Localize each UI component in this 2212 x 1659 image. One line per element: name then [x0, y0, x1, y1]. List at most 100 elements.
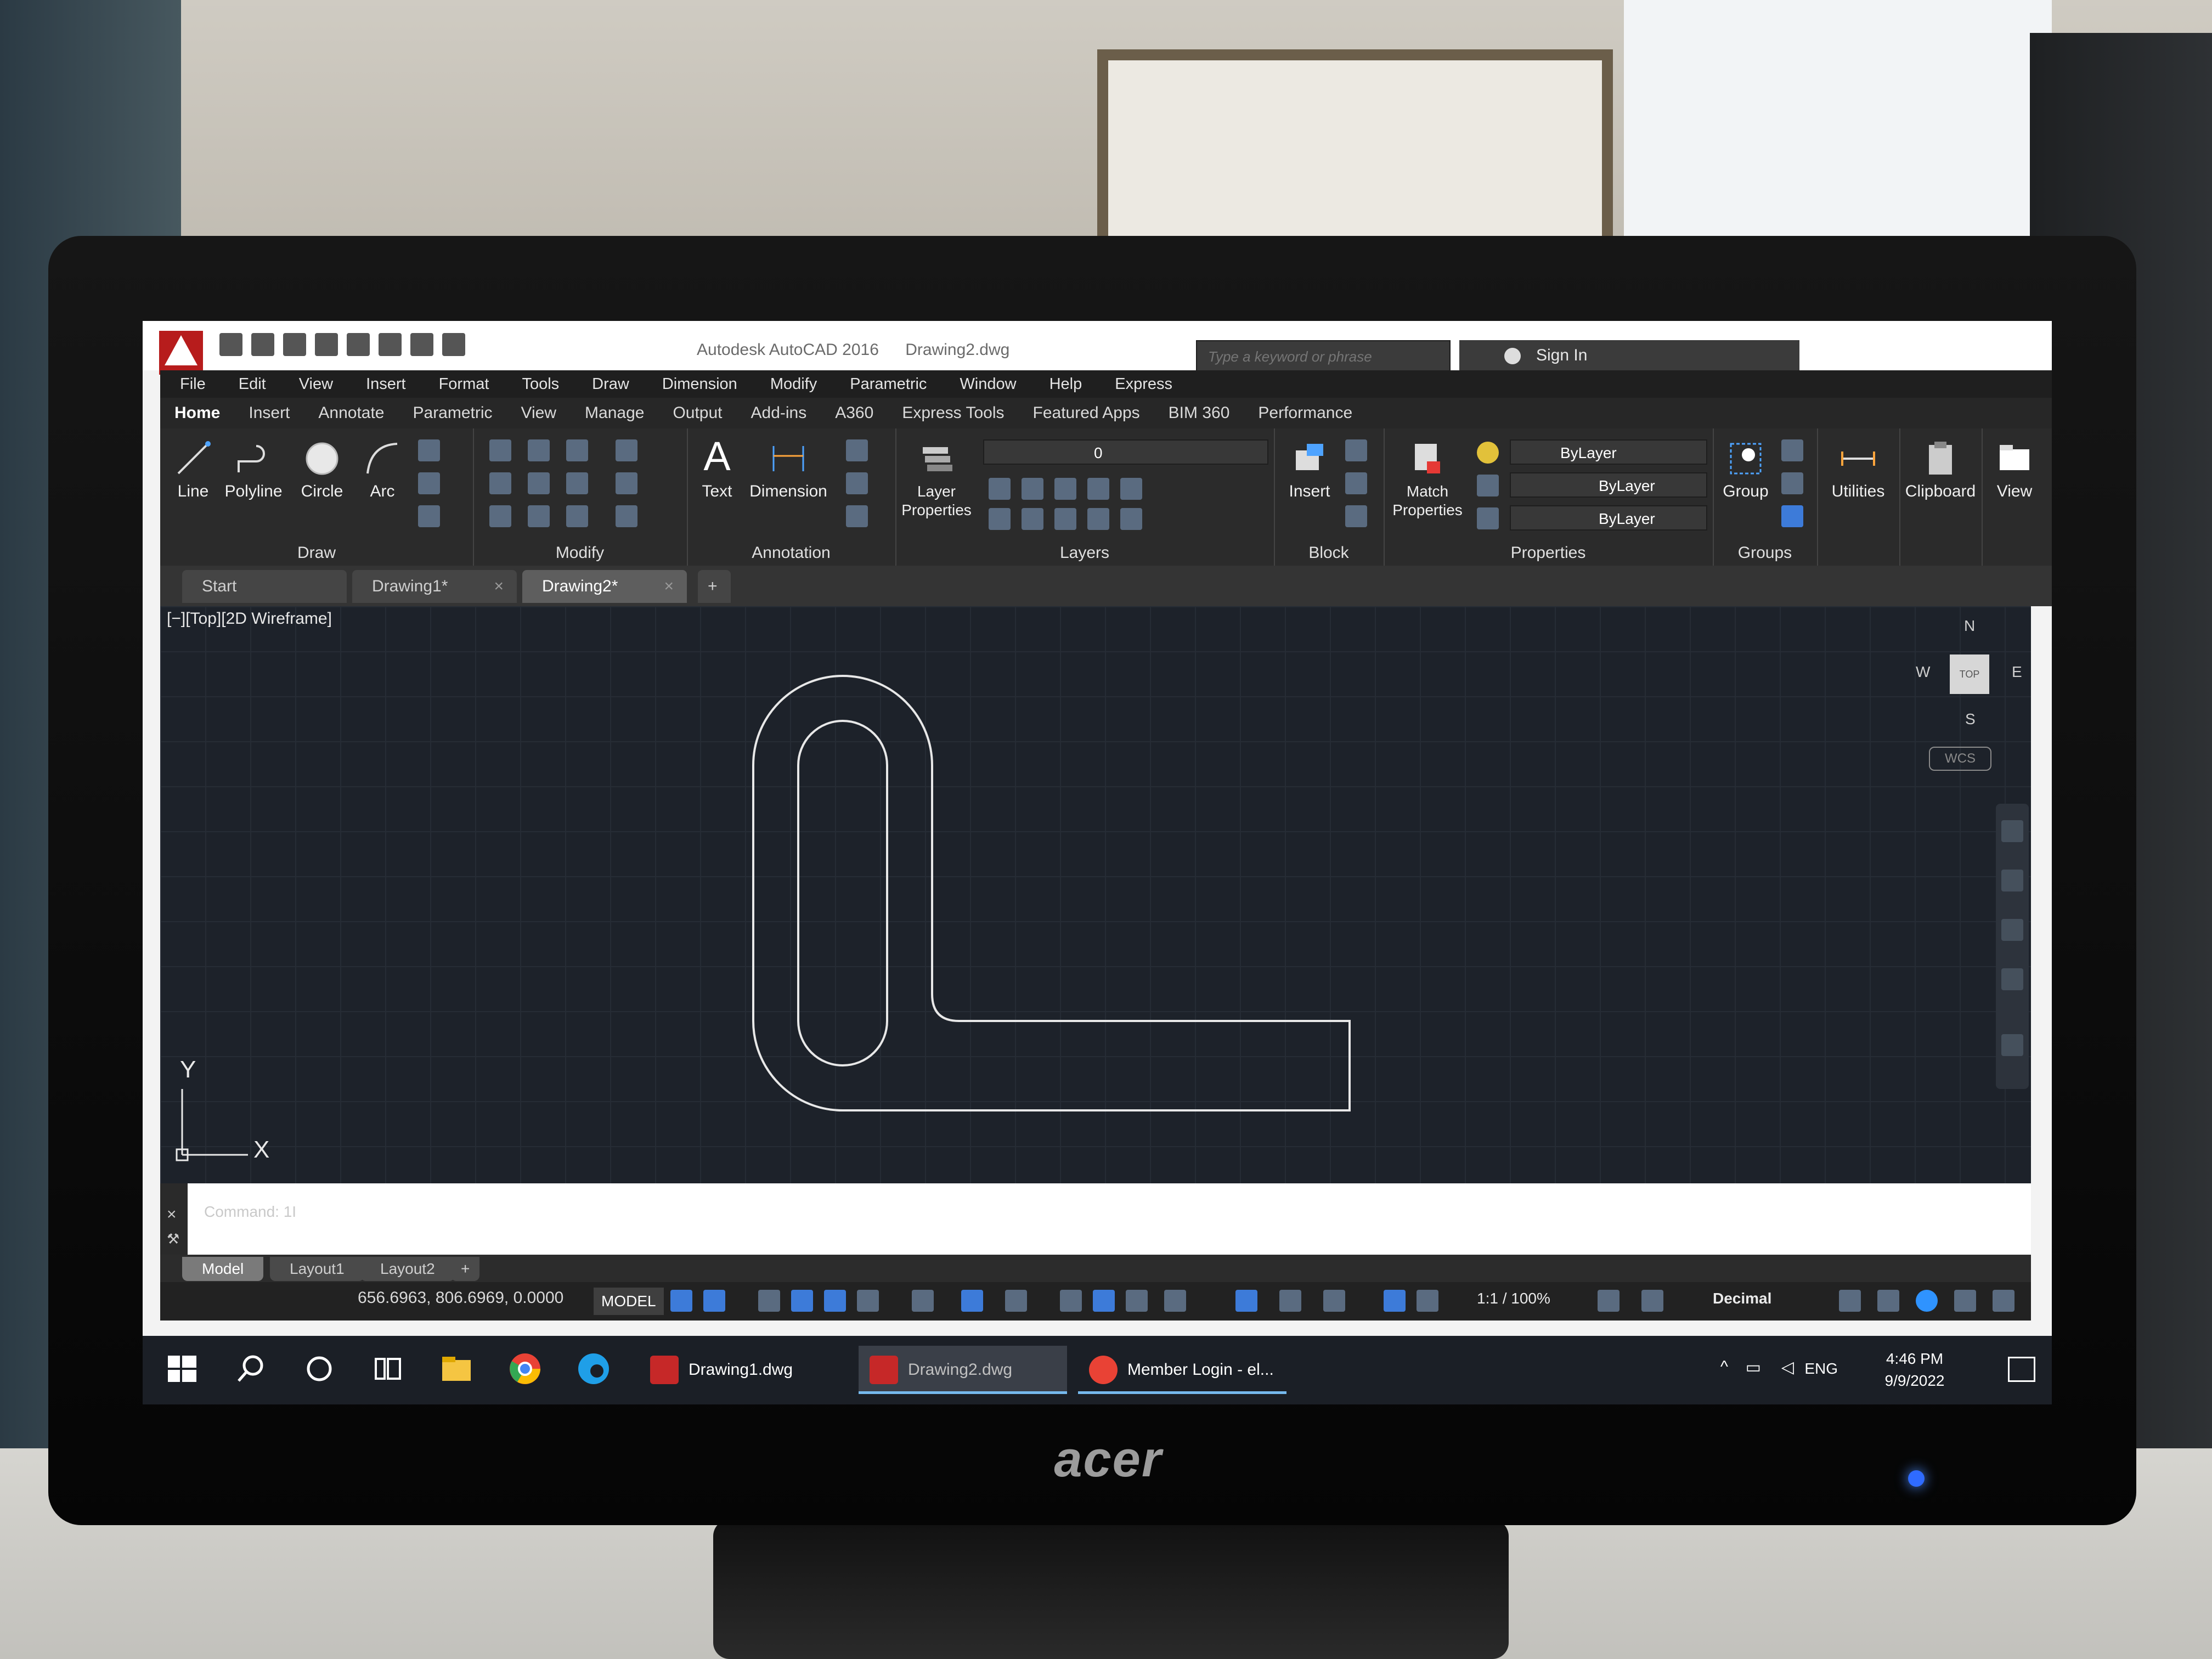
taskbar-app-drawing2[interactable]: Drawing2.dwg — [859, 1346, 1067, 1394]
modify-panel-title[interactable]: Modify — [473, 544, 687, 562]
object-snap-tracking-icon[interactable] — [961, 1290, 983, 1312]
edit-block-icon[interactable] — [1345, 472, 1367, 494]
block-panel-title[interactable]: Block — [1274, 544, 1384, 562]
workspace-switching-icon[interactable] — [1598, 1290, 1620, 1312]
hatch-icon[interactable] — [418, 472, 440, 494]
layout-tab-model[interactable]: Model — [182, 1257, 264, 1281]
cortana-icon[interactable] — [302, 1351, 337, 1386]
layout-tab-layout1[interactable]: Layout1 — [270, 1257, 364, 1281]
fillet-icon[interactable] — [566, 472, 588, 494]
view-cube[interactable]: N W E S TOP WCS — [1916, 617, 2025, 782]
layer-thaw-icon[interactable] — [1054, 508, 1076, 530]
clipboard-button[interactable]: Clipboard — [1902, 439, 1979, 501]
command-line[interactable]: × ⚒ Command: 1I — [160, 1183, 2031, 1255]
annotation-monitor-icon[interactable] — [1641, 1290, 1663, 1312]
dynamic-input-icon[interactable] — [791, 1290, 813, 1312]
block-attributes-icon[interactable] — [1345, 505, 1367, 527]
volume-icon[interactable]: ◁ — [1781, 1358, 1794, 1377]
scale-icon[interactable] — [528, 505, 550, 527]
ungroup-icon[interactable] — [1781, 439, 1803, 461]
layer-off-icon[interactable] — [989, 478, 1011, 500]
layer-match-icon[interactable] — [1120, 478, 1142, 500]
new-tab-button[interactable]: + — [698, 570, 731, 603]
move-icon[interactable] — [489, 439, 511, 461]
tab-express-tools[interactable]: Express Tools — [902, 404, 1004, 422]
tab-featured-apps[interactable]: Featured Apps — [1033, 404, 1140, 422]
gizmo-icon[interactable] — [1323, 1290, 1345, 1312]
3d-object-snap-icon[interactable] — [1164, 1290, 1186, 1312]
grid-display-icon[interactable] — [670, 1290, 692, 1312]
customize-wrench-icon[interactable]: ⚒ — [167, 1231, 179, 1248]
layer-freeze-icon[interactable] — [1054, 478, 1076, 500]
close-command-line-icon[interactable]: × — [167, 1205, 177, 1224]
qat-dropdown-icon[interactable] — [442, 333, 465, 356]
rotate-icon[interactable] — [528, 439, 550, 461]
object-snap-icon[interactable] — [1005, 1290, 1027, 1312]
mirror-icon[interactable] — [528, 472, 550, 494]
viewcube-south[interactable]: S — [1965, 710, 1976, 728]
leader-icon[interactable] — [846, 472, 868, 494]
viewcube-west[interactable]: W — [1916, 663, 1930, 681]
array-icon[interactable] — [566, 505, 588, 527]
menu-view[interactable]: View — [299, 375, 333, 393]
tab-parametric[interactable]: Parametric — [413, 404, 493, 422]
viewcube-top-face[interactable]: TOP — [1950, 654, 1989, 694]
dynamic-ucs-icon[interactable] — [1235, 1290, 1257, 1312]
model-space-button[interactable]: MODEL — [594, 1288, 664, 1315]
layer-unisolate-icon[interactable] — [1022, 508, 1043, 530]
menu-parametric[interactable]: Parametric — [850, 375, 927, 393]
rectangle-icon[interactable] — [418, 439, 440, 461]
help-search-box[interactable] — [1196, 340, 1451, 373]
lineweight-display-icon[interactable] — [1060, 1290, 1082, 1312]
layer-unlock-icon[interactable] — [1087, 508, 1109, 530]
file-explorer-icon[interactable] — [439, 1351, 474, 1386]
view-button[interactable]: View — [1984, 439, 2045, 501]
transparency-icon[interactable] — [1477, 507, 1499, 529]
menu-dimension[interactable]: Dimension — [662, 375, 737, 393]
annotation-panel-title[interactable]: Annotation — [687, 544, 895, 562]
menu-draw[interactable]: Draw — [592, 375, 629, 393]
line-tool-button[interactable]: Line — [166, 439, 221, 501]
transparency-display-icon[interactable] — [1093, 1290, 1115, 1312]
close-tab-icon[interactable]: × — [494, 570, 504, 603]
orbit-icon[interactable] — [2001, 968, 2023, 990]
system-clock[interactable]: 4:46 PM 9/9/2022 — [1860, 1348, 1970, 1392]
utilities-button[interactable]: Utilities — [1822, 439, 1894, 501]
group-selection-icon[interactable] — [1781, 505, 1803, 527]
sign-in-button[interactable]: Sign In — [1459, 340, 1799, 371]
menu-file[interactable]: File — [180, 375, 206, 393]
layer-current-icon[interactable] — [989, 508, 1011, 530]
selection-cycling-icon[interactable] — [1126, 1290, 1148, 1312]
chevron-up-icon[interactable]: ^ — [1720, 1358, 1728, 1376]
ortho-mode-icon[interactable] — [824, 1290, 846, 1312]
match-properties-button[interactable]: Match Properties — [1389, 439, 1466, 520]
isometric-drafting-icon[interactable] — [912, 1290, 934, 1312]
group-button[interactable]: Group — [1718, 439, 1773, 501]
taskbar-app-drawing1[interactable]: Drawing1.dwg — [639, 1346, 848, 1394]
quick-properties-icon[interactable] — [1839, 1290, 1861, 1312]
lock-ui-icon[interactable] — [1877, 1290, 1899, 1312]
layer-lock-icon[interactable] — [1087, 478, 1109, 500]
arc-tool-button[interactable]: Arc — [358, 439, 407, 501]
units-display[interactable]: Decimal — [1713, 1290, 1771, 1307]
table-icon[interactable] — [846, 505, 868, 527]
menu-express[interactable]: Express — [1115, 375, 1172, 393]
steering-wheel-icon[interactable] — [2001, 820, 2023, 842]
tab-insert[interactable]: Insert — [249, 404, 290, 422]
tab-home[interactable]: Home — [174, 404, 220, 422]
properties-panel-title[interactable]: Properties — [1384, 544, 1713, 562]
network-icon[interactable]: ▭ — [1746, 1358, 1761, 1377]
zoom-extents-icon[interactable] — [2001, 919, 2023, 941]
auto-scale-icon[interactable] — [1417, 1290, 1438, 1312]
text-tool-button[interactable]: A Text — [692, 434, 742, 501]
create-block-icon[interactable] — [1345, 439, 1367, 461]
group-edit-icon[interactable] — [1781, 472, 1803, 494]
infer-constraints-icon[interactable] — [758, 1290, 780, 1312]
input-language[interactable]: ENG — [1804, 1360, 1838, 1378]
doc-tab-drawing2[interactable]: Drawing2* × — [522, 570, 687, 603]
cursor-coordinates[interactable]: 656.6963, 806.6969, 0.0000 — [358, 1289, 563, 1307]
pan-icon[interactable] — [2001, 870, 2023, 891]
autocad-logo-icon[interactable] — [159, 331, 203, 375]
save-as-icon[interactable] — [315, 333, 338, 356]
menu-window[interactable]: Window — [960, 375, 1016, 393]
